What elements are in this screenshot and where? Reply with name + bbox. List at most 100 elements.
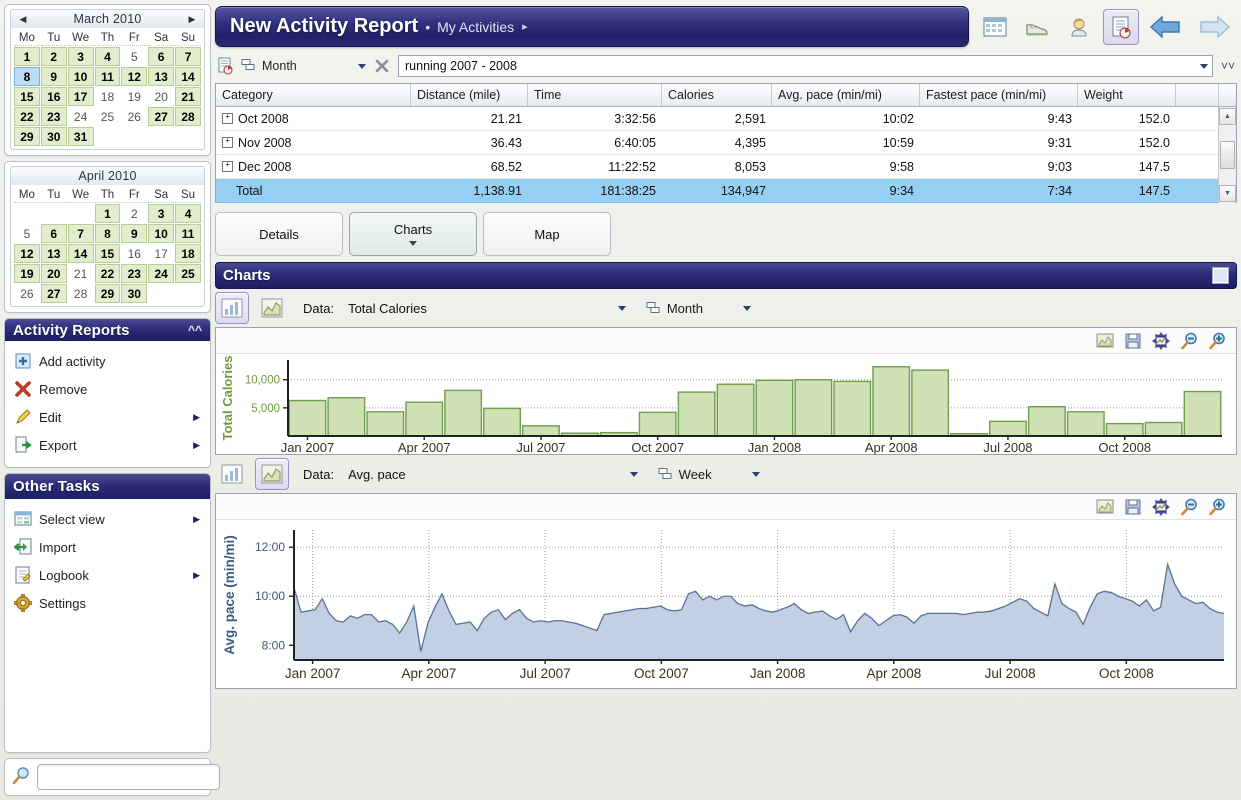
zoom-out-icon[interactable] (1180, 498, 1198, 516)
chart1-line-chart-icon[interactable] (255, 292, 289, 324)
expand-row-icon[interactable]: + (222, 113, 233, 124)
calendar-day[interactable]: 9 (121, 224, 148, 243)
table-column-header[interactable] (1176, 84, 1219, 106)
calendar-day[interactable]: 18 (175, 244, 201, 263)
calendar-day[interactable]: 10 (148, 224, 175, 243)
task-item-export[interactable]: Export ▶ (5, 431, 210, 459)
chart-thumbnail-icon[interactable] (1096, 498, 1114, 516)
double-chevron-up-icon[interactable]: ^^ (188, 323, 202, 337)
report-small-icon[interactable] (215, 56, 235, 76)
task-item-logbook[interactable]: Logbook ▶ (5, 561, 210, 589)
calendar-day[interactable]: 24 (68, 107, 94, 126)
bar[interactable] (794, 379, 833, 437)
zoom-out-icon[interactable] (1180, 332, 1198, 350)
chart2-data-value[interactable]: Avg. pace (348, 467, 406, 482)
bar[interactable] (405, 401, 444, 437)
table-column-header[interactable]: Category (216, 84, 411, 106)
zoom-in-icon[interactable] (1208, 498, 1226, 516)
calendar-day[interactable]: 29 (94, 284, 121, 303)
calendar-day[interactable]: 16 (40, 87, 67, 106)
calendar-day[interactable]: 17 (148, 244, 174, 263)
bar[interactable] (1144, 421, 1183, 437)
bar[interactable] (366, 411, 405, 437)
fit-to-window-icon[interactable] (1152, 331, 1170, 350)
calendar-day[interactable]: 26 (121, 107, 147, 126)
calendar-day[interactable]: 14 (175, 67, 201, 86)
bar[interactable] (444, 389, 483, 437)
calendar-day[interactable]: 8 (94, 224, 121, 243)
task-item-remove[interactable]: Remove (5, 375, 210, 403)
calendar-day[interactable]: 5 (121, 47, 147, 66)
calendar-day[interactable]: 25 (95, 107, 121, 126)
calendar-day[interactable]: 21 (68, 264, 94, 283)
bar[interactable] (911, 369, 950, 437)
chart1-group-caret-icon[interactable] (742, 305, 751, 311)
sidebar-search-input[interactable] (37, 764, 220, 790)
calendar-day[interactable]: 19 (14, 264, 40, 283)
calendar-day[interactable]: 2 (121, 204, 147, 223)
calendar-day[interactable]: 10 (67, 67, 94, 86)
calendar-day[interactable]: 31 (67, 127, 94, 146)
calendar-day[interactable]: 15 (14, 87, 40, 106)
calendar-day[interactable]: 24 (148, 264, 175, 283)
chart1-bar-chart-icon[interactable] (215, 292, 249, 324)
calendar-day[interactable]: 18 (95, 87, 121, 106)
table-scrollbar[interactable]: ▲ ▼ (1218, 107, 1236, 203)
bar[interactable] (638, 411, 677, 437)
bar[interactable] (755, 379, 794, 437)
calendar-day[interactable]: 29 (14, 127, 40, 146)
chart2-data-caret-icon[interactable] (629, 471, 638, 477)
calendar-day[interactable]: 23 (40, 107, 67, 126)
bar[interactable] (1183, 390, 1222, 437)
chart2-plot[interactable]: Avg. pace (min/mi) 8:00 10:00 12:00 Jan 2007… (216, 520, 1236, 690)
prev-month-icon[interactable]: ◀ (17, 14, 29, 24)
calendar-day[interactable]: 15 (94, 244, 121, 263)
restore-window-icon[interactable] (1212, 267, 1229, 284)
calendar-day[interactable]: 9 (40, 67, 67, 86)
task-item-settings[interactable]: Settings (5, 589, 210, 617)
calendar-day[interactable]: 7 (175, 47, 201, 66)
expand-row-icon[interactable]: + (222, 137, 233, 148)
bar[interactable] (327, 397, 366, 437)
other-tasks-header[interactable]: Other Tasks (5, 474, 210, 499)
table-column-header[interactable]: Calories (662, 84, 772, 106)
fit-to-window-icon[interactable] (1152, 497, 1170, 516)
save-floppy-icon[interactable] (1124, 332, 1142, 350)
calendar-day[interactable]: 1 (94, 204, 121, 223)
calendar-day[interactable]: 25 (175, 264, 201, 283)
calendar-day[interactable]: 22 (94, 264, 121, 283)
calendar-day[interactable]: 6 (40, 224, 67, 243)
calendar-day[interactable]: 16 (121, 244, 147, 263)
scroll-up-icon[interactable]: ▲ (1219, 108, 1236, 125)
calendar-day[interactable]: 7 (67, 224, 94, 243)
submenu-arrow-icon[interactable]: ▶ (193, 440, 200, 451)
calendar-day[interactable]: 28 (175, 107, 201, 126)
group-by-caret-icon[interactable] (358, 63, 366, 69)
chart1-plot[interactable]: Total Calories 5,000 10,000 Jan 2007 Apr 200… (216, 354, 1236, 456)
submenu-arrow-icon[interactable]: ▶ (193, 570, 200, 581)
calendar-day[interactable]: 20 (148, 87, 174, 106)
calendar-day[interactable]: 6 (148, 47, 175, 66)
calendar-day[interactable]: 23 (121, 264, 148, 283)
bar[interactable] (1066, 411, 1105, 437)
calendar-day[interactable]: 5 (14, 224, 40, 243)
table-row[interactable]: Total 1,138.91 181:38:25 134,947 9:34 7:34 147… (216, 179, 1218, 203)
calendar-day[interactable]: 30 (121, 284, 148, 303)
table-column-header[interactable]: Distance (mile) (411, 84, 528, 106)
calendar-day[interactable]: 4 (94, 47, 121, 66)
group-by-control[interactable]: Month (241, 58, 366, 75)
calendar-day[interactable]: 8 (14, 67, 40, 86)
calendar-day[interactable]: 17 (67, 87, 94, 106)
calendar-grid-march[interactable]: Mo Tu We Th Fr Sa Su 1 2 3 4 5 6 7 8 9 10 11 12 13 14 15 16 17 1… (10, 28, 205, 150)
next-month-icon[interactable]: ▶ (186, 14, 198, 24)
calendar-day[interactable]: 27 (40, 284, 67, 303)
table-column-header[interactable]: Time (528, 84, 662, 106)
calendar-grid-april[interactable]: Mo Tu We Th Fr Sa Su 1 2 3 4 5 6 7 8 9 10 11 12 13 14 15 16 17 1… (10, 185, 205, 307)
double-chevron-down-icon[interactable]: ˅˅ (1219, 60, 1237, 72)
calendar-day[interactable]: 3 (67, 47, 94, 66)
calendar-day[interactable]: 13 (148, 67, 175, 86)
scrollbar-thumb[interactable] (1220, 141, 1235, 169)
calendar-day[interactable]: 2 (40, 47, 67, 66)
calendar-day[interactable]: 11 (175, 224, 201, 243)
filter-query-caret-icon[interactable] (1200, 63, 1208, 69)
